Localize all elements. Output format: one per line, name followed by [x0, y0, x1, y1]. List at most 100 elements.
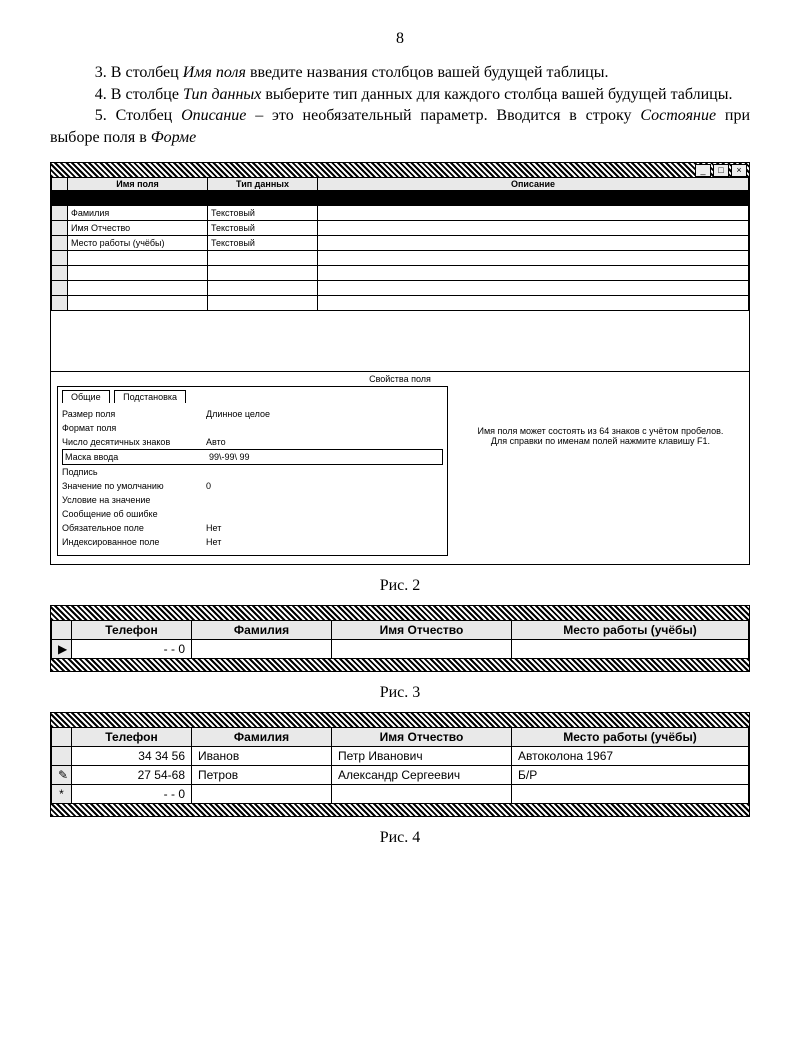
- table-row[interactable]: ✎ 27 54-68 Петров Александр Сергеевич Б/…: [52, 766, 749, 785]
- prop-value[interactable]: 99\-99\ 99: [205, 452, 440, 462]
- maximize-icon[interactable]: □: [713, 164, 729, 177]
- table-row[interactable]: Фамилия Текстовый: [52, 206, 749, 221]
- row-marker-icon: ▶: [52, 640, 72, 659]
- figure-caption: Рис. 4: [50, 829, 750, 847]
- header-field-desc: Описание: [318, 178, 749, 191]
- cell-fam[interactable]: Петров: [192, 766, 332, 785]
- header-work: Место работы (учёбы): [512, 728, 749, 747]
- cell-field-type[interactable]: Текстовый: [208, 206, 318, 221]
- field-hint-text: Имя поля может состоять из 64 знаков с у…: [452, 386, 749, 560]
- screenshot-table-design: _ □ × Имя поля Тип данных Описание: [50, 162, 750, 565]
- cell-field-name[interactable]: Место работы (учёбы): [68, 236, 208, 251]
- table-row[interactable]: Место работы (учёбы) Текстовый: [52, 236, 749, 251]
- text-italic: Форме: [151, 129, 196, 146]
- table-row[interactable]: ▶ - - 0: [52, 640, 749, 659]
- header-rowselector: [52, 178, 68, 191]
- prop-label: Число десятичных знаков: [62, 437, 202, 447]
- header-field-name: Имя поля: [68, 178, 208, 191]
- page-number: 8: [50, 30, 750, 48]
- prop-value[interactable]: 0: [202, 481, 443, 491]
- text: – это необязательный параметр. Вводится …: [246, 107, 640, 124]
- prop-label: Подпись: [62, 467, 202, 477]
- prop-value[interactable]: Длинное целое: [202, 409, 443, 419]
- cell-field-name[interactable]: Имя Отчество: [68, 221, 208, 236]
- prop-label: Индексированное поле: [62, 537, 202, 547]
- cell-imy[interactable]: Александр Сергеевич: [332, 766, 512, 785]
- text: 4. В столбце: [95, 86, 183, 103]
- prop-label: Значение по умолчанию: [62, 481, 202, 491]
- header-imy: Имя Отчество: [332, 621, 512, 640]
- field-properties-panel: Общие Подстановка Размер поляДлинное цел…: [57, 386, 448, 556]
- figure-caption: Рис. 2: [50, 577, 750, 595]
- window-titlebar: [51, 713, 749, 727]
- prop-label: Размер поля: [62, 409, 202, 419]
- minimize-icon[interactable]: _: [695, 164, 711, 177]
- cell-work[interactable]: [512, 640, 749, 659]
- cell-tel[interactable]: - - 0: [72, 640, 192, 659]
- cell-field-type[interactable]: Текстовый: [208, 236, 318, 251]
- cell-tel[interactable]: - - 0: [72, 785, 192, 804]
- table-row[interactable]: [52, 296, 749, 311]
- row-marker-icon: [52, 747, 72, 766]
- header-work: Место работы (учёбы): [512, 621, 749, 640]
- properties-bar-label: Свойства поля: [51, 371, 749, 386]
- prop-value[interactable]: Нет: [202, 523, 443, 533]
- cell-fam[interactable]: [192, 640, 332, 659]
- cell-work[interactable]: Б/Р: [512, 766, 749, 785]
- cell-field-name[interactable]: Фамилия: [68, 206, 208, 221]
- paragraph-4: 4. В столбце Тип данных выберите тип дан…: [50, 84, 750, 106]
- cell-imy[interactable]: Петр Иванович: [332, 747, 512, 766]
- cell-tel[interactable]: 27 54-68: [72, 766, 192, 785]
- datasheet-grid[interactable]: Телефон Фамилия Имя Отчество Место работ…: [51, 727, 749, 804]
- figure-caption: Рис. 3: [50, 684, 750, 702]
- prop-label: Формат поля: [62, 423, 202, 433]
- cell-fam[interactable]: Иванов: [192, 747, 332, 766]
- window-titlebar: _ □ ×: [51, 163, 749, 177]
- prop-label: Маска ввода: [65, 452, 205, 462]
- cell-tel[interactable]: 34 34 56: [72, 747, 192, 766]
- text-italic: Описание: [181, 107, 246, 124]
- table-row[interactable]: [52, 281, 749, 296]
- table-row[interactable]: [52, 191, 749, 206]
- header-field-type: Тип данных: [208, 178, 318, 191]
- row-marker-icon: *: [52, 785, 72, 804]
- table-row[interactable]: [52, 266, 749, 281]
- header-tel: Телефон: [72, 728, 192, 747]
- header-rowselector: [52, 621, 72, 640]
- header-rowselector: [52, 728, 72, 747]
- cell-imy[interactable]: [332, 785, 512, 804]
- datasheet-grid[interactable]: Телефон Фамилия Имя Отчество Место работ…: [51, 620, 749, 659]
- text: 5. Столбец: [95, 107, 181, 124]
- table-row[interactable]: [52, 251, 749, 266]
- text-italic: Состояние: [640, 107, 716, 124]
- text: выберите тип данных для каждого столбца …: [261, 86, 732, 103]
- cell-work[interactable]: Автоколона 1967: [512, 747, 749, 766]
- cell-work[interactable]: [512, 785, 749, 804]
- text: 3. В столбец: [95, 64, 183, 81]
- table-row[interactable]: 34 34 56 Иванов Петр Иванович Автоколона…: [52, 747, 749, 766]
- table-row[interactable]: Имя Отчество Текстовый: [52, 221, 749, 236]
- screenshot-datasheet-filled: Телефон Фамилия Имя Отчество Место работ…: [50, 712, 750, 817]
- prop-value[interactable]: Авто: [202, 437, 443, 447]
- header-tel: Телефон: [72, 621, 192, 640]
- text: введите названия столбцов вашей будущей …: [246, 64, 609, 81]
- window-titlebar: [51, 606, 749, 620]
- table-row[interactable]: * - - 0: [52, 785, 749, 804]
- cell-field-type[interactable]: Текстовый: [208, 221, 318, 236]
- prop-label: Обязательное поле: [62, 523, 202, 533]
- prop-value[interactable]: Нет: [202, 537, 443, 547]
- close-icon[interactable]: ×: [731, 164, 747, 177]
- header-fam: Фамилия: [192, 728, 332, 747]
- tab-lookup[interactable]: Подстановка: [114, 390, 186, 403]
- paragraph-5: 5. Столбец Описание – это необязательный…: [50, 105, 750, 148]
- row-marker-icon: ✎: [52, 766, 72, 785]
- tab-general[interactable]: Общие: [62, 390, 110, 403]
- header-imy: Имя Отчество: [332, 728, 512, 747]
- cell-imy[interactable]: [332, 640, 512, 659]
- cell-fam[interactable]: [192, 785, 332, 804]
- field-design-grid[interactable]: Имя поля Тип данных Описание Фамилия Тек…: [51, 177, 749, 311]
- text-italic: Имя поля: [183, 64, 246, 81]
- prop-label: Условие на значение: [62, 495, 202, 505]
- prop-label: Сообщение об ошибке: [62, 509, 202, 519]
- text-italic: Тип данных: [183, 86, 261, 103]
